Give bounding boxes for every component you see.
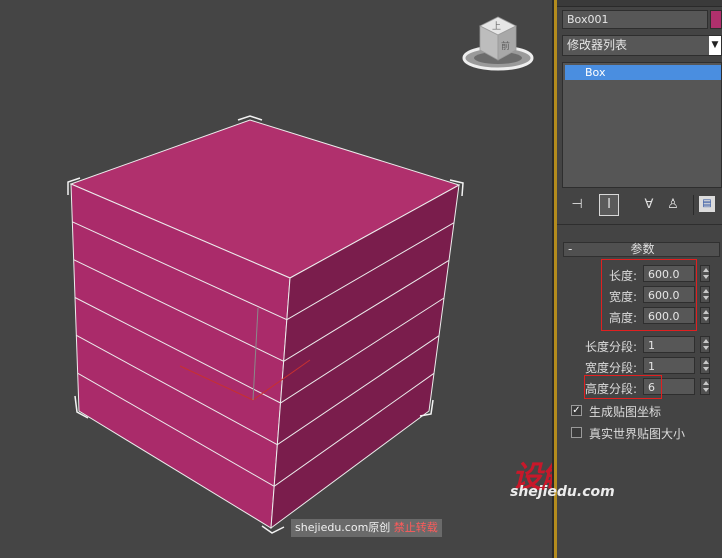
- pin-stack-icon[interactable]: ⊣: [567, 195, 587, 215]
- segment-label-length: 长度分段:: [584, 340, 637, 354]
- width-segments-field[interactable]: 1: [643, 357, 695, 374]
- segment-label-width: 宽度分段:: [584, 361, 637, 375]
- viewcube-top-label: 上: [492, 22, 502, 32]
- parameters-rollout-header[interactable]: - 参数: [563, 242, 720, 257]
- watermark-caption: shejiedu.com原创 禁止转载: [291, 519, 442, 537]
- generate-mapping-coords-label: 生成贴图坐标: [589, 405, 662, 419]
- chevron-down-icon[interactable]: ▼: [709, 36, 721, 55]
- modifier-list-dropdown[interactable]: 修改器列表 ▼: [562, 35, 722, 56]
- object-name-field[interactable]: Box001: [562, 10, 708, 29]
- viewcube[interactable]: 上 前: [460, 12, 536, 76]
- length-segments-field[interactable]: 1: [643, 336, 695, 353]
- height-spinner[interactable]: [700, 307, 710, 324]
- viewcube-front-label: 前: [501, 42, 511, 52]
- watermark-domain: shejiedu.com: [510, 484, 615, 500]
- make-unique-icon[interactable]: ∀: [639, 195, 659, 215]
- panel-tab-strip: [557, 0, 722, 7]
- perspective-viewport[interactable]: 上 前 设解读 shejiedu.com原创 禁止转载: [0, 0, 552, 558]
- caption-site: shejiedu.com原创: [295, 521, 391, 534]
- object-color-swatch[interactable]: [710, 10, 722, 29]
- command-panel: Box001 修改器列表 ▼ Box ⊣ I ∀ ♙ ▤ - 参数 长度: 60…: [557, 0, 722, 558]
- modifier-list-label: 修改器列表: [567, 38, 628, 52]
- dimensions-highlight: [601, 259, 697, 331]
- generate-mapping-coords-checkbox[interactable]: ✓: [571, 405, 582, 416]
- real-world-map-size-label: 真实世界贴图大小: [589, 427, 686, 441]
- width-spinner[interactable]: [700, 286, 710, 303]
- real-world-map-size-checkbox[interactable]: [571, 427, 582, 438]
- stack-toolbar: ⊣ I ∀ ♙ ▤: [557, 192, 722, 218]
- object-name-value: Box001: [567, 13, 609, 26]
- width-segments-spinner[interactable]: [700, 357, 710, 374]
- toolbar-divider: [693, 195, 694, 215]
- remove-modifier-icon[interactable]: ♙: [663, 195, 683, 215]
- height-segments-spinner[interactable]: [700, 378, 710, 395]
- stack-item-label: Box: [585, 66, 606, 79]
- show-end-result-icon[interactable]: I: [599, 194, 619, 216]
- length-segments-spinner[interactable]: [700, 336, 710, 353]
- box-object[interactable]: [0, 0, 552, 558]
- modifier-stack-list[interactable]: Box: [562, 62, 722, 188]
- length-spinner[interactable]: [700, 265, 710, 282]
- configure-sets-icon[interactable]: ▤: [699, 196, 715, 212]
- panel-divider: [557, 224, 722, 225]
- rollout-title: 参数: [630, 242, 655, 256]
- stack-item-box[interactable]: Box: [565, 65, 721, 80]
- caption-warning: 禁止转载: [393, 521, 438, 534]
- height-segments-highlight: [584, 375, 662, 399]
